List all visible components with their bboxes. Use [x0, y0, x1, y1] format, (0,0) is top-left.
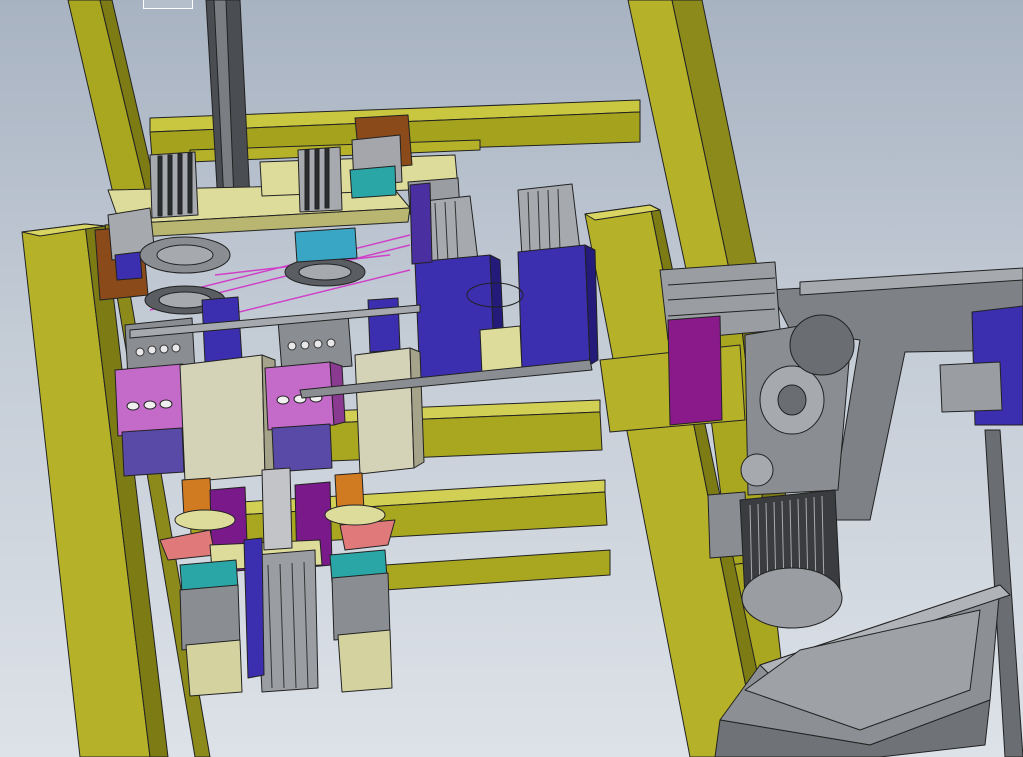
selection-handle[interactable]	[143, 0, 193, 9]
blue-cylinders	[409, 182, 599, 383]
cad-viewport[interactable]	[0, 0, 1023, 757]
machine-assembly-model[interactable]	[0, 0, 1023, 757]
lower-cylinders	[159, 467, 396, 697]
